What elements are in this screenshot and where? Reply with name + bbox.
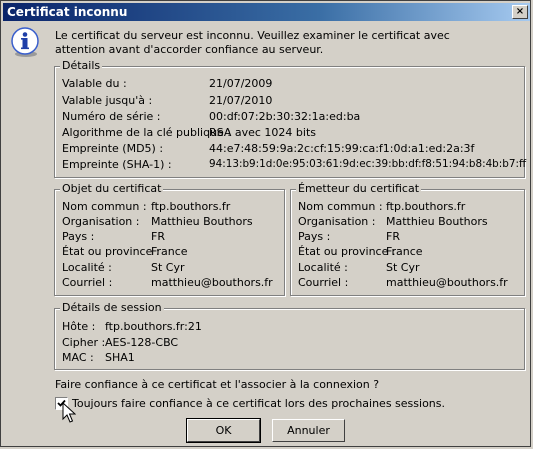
details-value: RSA avec 1024 bits: [209, 126, 316, 139]
subject-label: Nom commun :: [62, 200, 147, 213]
details-legend: Détails: [60, 59, 103, 72]
intro-text: Le certificat du serveur est inconnu. Ve…: [55, 29, 450, 56]
subject-value: ftp.bouthors.fr: [151, 200, 231, 213]
issuer-legend: Émetteur du certificat: [296, 182, 422, 195]
trust-question: Faire confiance à ce certificat et l'ass…: [55, 378, 380, 391]
subject-label: Organisation :: [62, 215, 140, 228]
session-label: Cipher :: [62, 336, 106, 349]
details-value: 21/07/2009: [209, 77, 273, 90]
issuer-value: St Cyr: [386, 261, 420, 274]
subject-value: France: [151, 245, 188, 258]
issuer-value: matthieu@bouthors.fr: [386, 276, 508, 289]
details-value: 94:13:b9:1d:0e:95:03:61:9d:ec:39:bb:df:f…: [209, 158, 527, 170]
details-value: 00:df:07:2b:30:32:1a:ed:ba: [209, 110, 361, 123]
subject-label: Courriel :: [62, 276, 113, 289]
session-value: SHA1: [105, 351, 135, 364]
issuer-value: France: [386, 245, 423, 258]
details-label: Valable jusqu'à :: [62, 94, 153, 107]
subject-value: FR: [151, 230, 165, 243]
session-legend: Détails de session: [60, 301, 164, 314]
session-label: Hôte :: [62, 320, 96, 333]
certificate-dialog: Certificat inconnu × Le certificat du se…: [0, 0, 531, 447]
subject-label: Localité :: [62, 261, 112, 274]
details-value: 21/07/2010: [209, 94, 273, 107]
always-trust-label[interactable]: Toujours faire confiance à ce certificat…: [72, 397, 445, 410]
subject-value: St Cyr: [151, 261, 185, 274]
details-label: Algorithme de la clé publique :: [62, 126, 232, 139]
issuer-label: État ou province :: [298, 245, 396, 258]
issuer-value: FR: [386, 230, 400, 243]
details-label: Empreinte (SHA-1) :: [62, 158, 172, 171]
session-label: MAC :: [62, 351, 94, 364]
subject-label: Pays :: [62, 230, 95, 243]
details-label: Empreinte (MD5) :: [62, 142, 164, 155]
details-value: 44:e7:48:59:9a:2c:cf:15:99:ca:f1:0d:a1:e…: [209, 142, 475, 155]
window-title: Certificat inconnu: [7, 5, 128, 19]
ok-button[interactable]: OK: [186, 418, 261, 443]
session-value: ftp.bouthors.fr:21: [105, 320, 202, 333]
info-icon: [11, 27, 39, 57]
session-value: AES-128-CBC: [105, 336, 179, 349]
subject-label: État ou province :: [62, 245, 160, 258]
mouse-pointer-icon: [62, 402, 76, 423]
issuer-label: Pays :: [298, 230, 331, 243]
cancel-button[interactable]: Annuler: [272, 419, 345, 442]
subject-value: matthieu@bouthors.fr: [151, 276, 273, 289]
subject-legend: Objet du certificat: [60, 182, 164, 195]
issuer-label: Courriel :: [298, 276, 349, 289]
issuer-value: ftp.bouthors.fr: [386, 200, 466, 213]
details-label: Valable du :: [62, 77, 127, 90]
issuer-label: Nom commun :: [298, 200, 383, 213]
issuer-label: Localité :: [298, 261, 348, 274]
issuer-label: Organisation :: [298, 215, 376, 228]
title-bar[interactable]: Certificat inconnu ×: [3, 3, 530, 21]
details-label: Numéro de série :: [62, 110, 161, 123]
issuer-value: Matthieu Bouthors: [386, 215, 488, 228]
close-button[interactable]: ×: [512, 5, 528, 19]
subject-value: Matthieu Bouthors: [151, 215, 253, 228]
